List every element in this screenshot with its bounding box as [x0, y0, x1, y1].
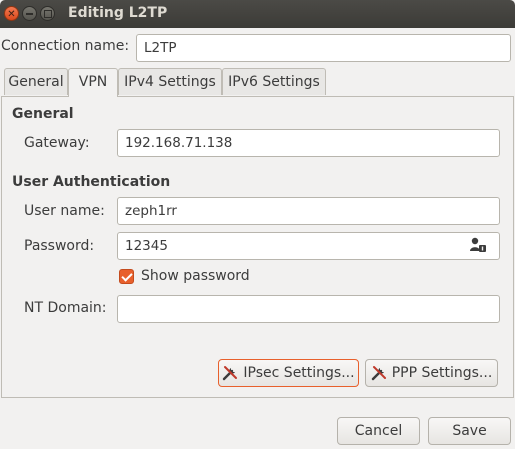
ipsec-settings-button[interactable]: IPsec Settings... — [218, 359, 359, 387]
window-title: Editing L2TP — [68, 5, 168, 21]
tab-ipv4-settings[interactable]: IPv4 Settings — [118, 68, 222, 95]
ppp-settings-button[interactable]: PPP Settings... — [365, 359, 498, 387]
show-password-label: Show password — [141, 268, 250, 284]
minimize-icon[interactable] — [22, 6, 37, 21]
tools-icon — [223, 366, 238, 381]
tab-ipv6-settings[interactable]: IPv6 Settings — [222, 68, 326, 95]
username-label: User name: — [24, 203, 105, 219]
tools-icon — [371, 366, 386, 381]
password-input[interactable]: 12345 — [117, 232, 500, 260]
username-input[interactable]: zeph1rr — [117, 197, 500, 225]
connection-name-input[interactable]: L2TP — [136, 34, 511, 62]
ipsec-settings-label: IPsec Settings... — [243, 365, 355, 381]
gateway-input[interactable]: 192.168.71.138 — [117, 129, 500, 157]
nt-domain-label: NT Domain: — [24, 300, 107, 316]
save-button[interactable]: Save — [428, 417, 511, 445]
tab-general[interactable]: General — [4, 68, 68, 95]
gateway-label: Gateway: — [24, 135, 90, 151]
title-bar: ✕ Editing L2TP — [0, 0, 515, 28]
tab-vpn[interactable]: VPN — [68, 68, 118, 97]
show-password-checkbox[interactable] — [119, 269, 134, 284]
nt-domain-input[interactable] — [117, 295, 500, 323]
maximize-icon[interactable] — [40, 6, 55, 21]
cancel-button[interactable]: Cancel — [337, 417, 420, 445]
general-heading: General — [12, 106, 74, 122]
connection-name-label: Connection name: — [1, 38, 130, 54]
user-key-icon[interactable] — [469, 236, 487, 254]
password-label: Password: — [24, 238, 95, 254]
close-icon[interactable]: ✕ — [4, 6, 19, 21]
user-auth-heading: User Authentication — [12, 174, 171, 190]
ppp-settings-label: PPP Settings... — [391, 365, 493, 381]
